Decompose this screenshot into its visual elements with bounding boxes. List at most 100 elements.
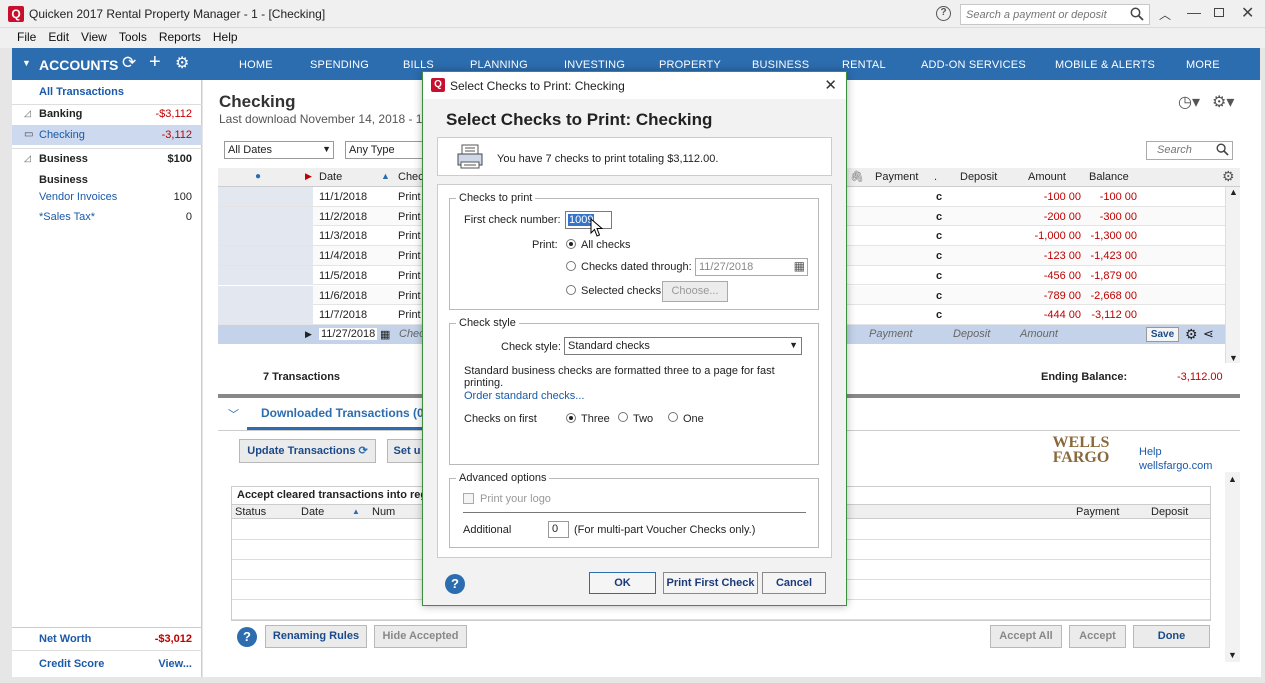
- split-icon[interactable]: ⋖: [1203, 326, 1214, 342]
- entry-amount[interactable]: Amount: [1020, 328, 1058, 340]
- nav-more[interactable]: MORE: [1186, 59, 1220, 71]
- radio-one[interactable]: [668, 412, 678, 422]
- chevron-down-icon[interactable]: ▼: [322, 144, 331, 154]
- accept-button[interactable]: Accept: [1069, 625, 1126, 648]
- calendar-icon[interactable]: ▦: [794, 259, 805, 273]
- global-search-box[interactable]: [960, 4, 1150, 25]
- additional-input[interactable]: 0: [548, 521, 569, 538]
- history-icon[interactable]: ◷▾: [1178, 92, 1200, 112]
- nav-mobile-alerts[interactable]: MOBILE & ALERTS: [1055, 59, 1155, 71]
- check-style-select[interactable]: Standard checks ▼: [564, 337, 802, 355]
- renaming-rules-button[interactable]: Renaming Rules: [265, 625, 367, 648]
- menu-reports[interactable]: Reports: [153, 28, 207, 46]
- col-num[interactable]: Num: [372, 506, 395, 518]
- menu-edit[interactable]: Edit: [42, 28, 75, 46]
- col-status[interactable]: Status: [235, 506, 266, 518]
- date-filter-select[interactable]: All Dates ▼: [224, 141, 334, 159]
- col-deposit[interactable]: Deposit: [960, 171, 997, 183]
- col-balance[interactable]: Balance: [1089, 171, 1129, 183]
- choose-button[interactable]: Choose...: [662, 281, 728, 302]
- restore-button[interactable]: [1214, 8, 1224, 17]
- menu-help[interactable]: Help: [207, 28, 244, 46]
- register-search-input[interactable]: [1147, 142, 1212, 158]
- accept-all-button[interactable]: Accept All: [990, 625, 1062, 648]
- menu-file[interactable]: File: [11, 28, 42, 46]
- chevron-down-icon[interactable]: ▼: [789, 340, 798, 350]
- sort-up-icon[interactable]: ▲: [381, 171, 390, 181]
- register-settings-icon[interactable]: ⚙: [1222, 168, 1235, 185]
- nav-home[interactable]: HOME: [239, 59, 273, 71]
- cancel-button[interactable]: Cancel: [762, 572, 826, 594]
- help-icon[interactable]: ?: [445, 574, 465, 594]
- entry-check[interactable]: Chec: [399, 328, 425, 340]
- col-payment[interactable]: Payment: [1076, 506, 1119, 518]
- scroll-up-icon[interactable]: ▲: [1229, 187, 1238, 197]
- bank-help-link[interactable]: Help: [1139, 446, 1162, 458]
- col-deposit[interactable]: Deposit: [1151, 506, 1188, 518]
- refresh-icon[interactable]: ⟳: [122, 53, 136, 73]
- close-icon[interactable]: ✕: [824, 76, 837, 94]
- radio-three[interactable]: [566, 413, 576, 423]
- sidebar-item-vendor-invoices[interactable]: Vendor Invoices 100: [12, 187, 202, 207]
- radio-checks-dated[interactable]: [566, 261, 576, 271]
- hide-accepted-button[interactable]: Hide Accepted: [374, 625, 467, 648]
- register-scrollbar[interactable]: ▲ ▼: [1225, 187, 1240, 363]
- col-date[interactable]: Date: [301, 506, 324, 518]
- collapse-accounts-icon[interactable]: ▼: [22, 58, 31, 68]
- nav-rental[interactable]: RENTAL: [842, 59, 886, 71]
- minimize-button[interactable]: —: [1187, 4, 1201, 20]
- all-transactions-link[interactable]: All Transactions: [39, 86, 124, 98]
- search-icon[interactable]: [1130, 7, 1144, 24]
- scroll-down-icon[interactable]: ▼: [1229, 353, 1238, 363]
- collapse-downloaded-icon[interactable]: ﹀: [228, 406, 239, 422]
- radio-two[interactable]: [618, 412, 628, 422]
- sidebar-group-banking[interactable]: ◿ Banking -$3,112: [12, 104, 202, 124]
- first-check-input[interactable]: 1009: [565, 211, 612, 229]
- sidebar-item-checking[interactable]: ▭ Checking -3,112: [12, 125, 202, 145]
- bank-site-link[interactable]: wellsfargo.com: [1139, 460, 1212, 472]
- register-search-box[interactable]: [1146, 141, 1233, 160]
- nav-planning[interactable]: PLANNING: [470, 59, 528, 71]
- downloaded-scrollbar[interactable]: ▲ ▼: [1225, 472, 1240, 662]
- sidebar-item-sales-tax[interactable]: *Sales Tax* 0: [12, 207, 202, 227]
- menu-tools[interactable]: Tools: [113, 28, 153, 46]
- credit-score-view-link[interactable]: View...: [158, 658, 192, 670]
- radio-selected-checks[interactable]: [566, 285, 576, 295]
- col-check[interactable]: Chec: [398, 171, 424, 183]
- collapse-icon[interactable]: ◿: [24, 108, 31, 119]
- row-gear-icon[interactable]: ⚙: [1185, 326, 1198, 343]
- help-icon[interactable]: ?: [936, 6, 951, 21]
- collapse-icon[interactable]: ◿: [24, 153, 31, 164]
- entry-payment[interactable]: Payment: [869, 328, 912, 340]
- save-button[interactable]: Save: [1146, 327, 1179, 342]
- dated-through-input[interactable]: 11/27/2018 ▦: [695, 258, 808, 276]
- print-first-check-button[interactable]: Print First Check: [663, 572, 758, 594]
- tab-downloaded-transactions[interactable]: Downloaded Transactions (0): [261, 406, 428, 420]
- global-search-input[interactable]: [961, 5, 1121, 24]
- entry-deposit[interactable]: Deposit: [953, 328, 990, 340]
- scroll-down-icon[interactable]: ▼: [1228, 650, 1237, 660]
- add-account-icon[interactable]: +: [149, 51, 161, 74]
- ok-button[interactable]: OK: [589, 572, 656, 594]
- entry-date[interactable]: 11/27/2018: [319, 328, 378, 340]
- nav-spending[interactable]: SPENDING: [310, 59, 369, 71]
- col-payment[interactable]: Payment: [875, 171, 918, 183]
- nav-investing[interactable]: INVESTING: [564, 59, 625, 71]
- order-checks-link[interactable]: Order standard checks...: [464, 390, 584, 402]
- setup-button[interactable]: Set u: [387, 439, 427, 463]
- col-amount[interactable]: Amount: [1028, 171, 1066, 183]
- collapse-ribbon-icon[interactable]: ︿: [1159, 6, 1171, 23]
- sort-up-icon[interactable]: ▲: [352, 507, 360, 516]
- col-date[interactable]: Date: [319, 171, 342, 183]
- help-icon[interactable]: ?: [237, 627, 257, 647]
- close-window-button[interactable]: ✕: [1241, 3, 1254, 23]
- col-cleared[interactable]: .: [934, 171, 937, 183]
- gear-icon[interactable]: ⚙: [175, 53, 189, 73]
- nav-addon-services[interactable]: ADD-ON SERVICES: [921, 59, 1026, 71]
- nav-property[interactable]: PROPERTY: [659, 59, 721, 71]
- print-logo-checkbox[interactable]: [463, 493, 474, 504]
- sidebar-all-transactions[interactable]: All Transactions: [12, 82, 202, 102]
- calendar-icon[interactable]: ▦: [380, 328, 390, 341]
- radio-all-checks[interactable]: [566, 239, 576, 249]
- search-icon[interactable]: [1216, 143, 1229, 159]
